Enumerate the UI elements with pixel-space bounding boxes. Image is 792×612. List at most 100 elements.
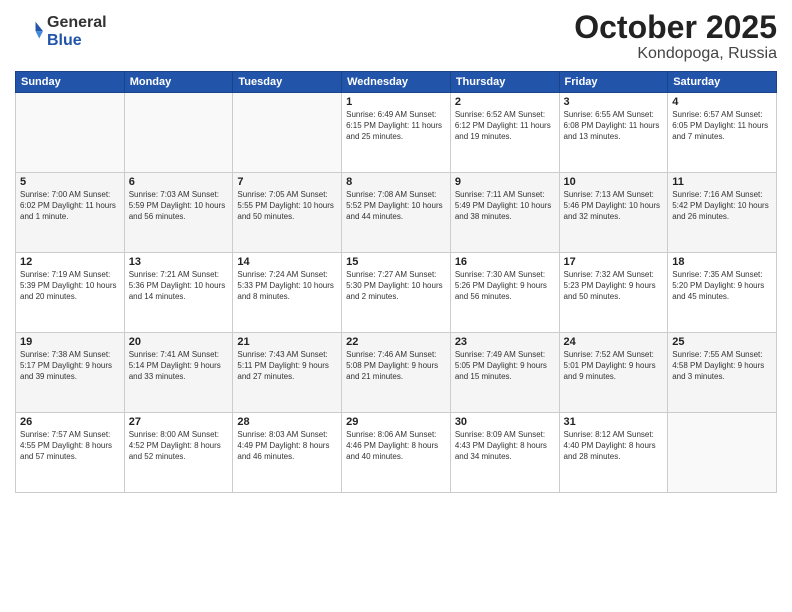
table-row: 13 Sunrise: 7:21 AM Sunset: 5:36 PM Dayli… <box>124 253 233 333</box>
table-row: 12 Sunrise: 7:19 AM Sunset: 5:39 PM Dayli… <box>16 253 125 333</box>
day-number: 20 <box>129 336 229 348</box>
table-row: 8 Sunrise: 7:08 AM Sunset: 5:52 PM Daylig… <box>342 173 451 253</box>
day-number: 15 <box>346 256 446 268</box>
table-row: 5Sunrise: 7:00 AM Sunset: 6:02 PM Daylig… <box>16 173 125 253</box>
location: Kondopoga, Russia <box>574 45 777 63</box>
day-info: Sunrise: 7:16 AM Sunset: 5:42 PM Dayligh… <box>672 190 772 222</box>
day-number: 19 <box>20 336 120 348</box>
day-number: 4 <box>672 96 772 108</box>
day-info: Sunrise: 7:21 AM Sunset: 5:36 PM Dayligh… <box>129 270 229 302</box>
table-row: 26Sunrise: 7:57 AM Sunset: 4:55 PM Dayli… <box>16 413 125 493</box>
day-number: 16 <box>455 256 555 268</box>
header-sunday: Sunday <box>16 72 125 93</box>
header-saturday: Saturday <box>668 72 777 93</box>
logo-text: General Blue <box>47 14 107 49</box>
day-number: 1 <box>346 96 446 108</box>
table-row: 25 Sunrise: 7:55 AM Sunset: 4:58 PM Dayli… <box>668 333 777 413</box>
table-row: 10 Sunrise: 7:13 AM Sunset: 5:46 PM Dayli… <box>559 173 668 253</box>
table-row: 14 Sunrise: 7:24 AM Sunset: 5:33 PM Dayli… <box>233 253 342 333</box>
day-number: 3 <box>564 96 664 108</box>
calendar-week-row: 5Sunrise: 7:00 AM Sunset: 6:02 PM Daylig… <box>16 173 777 253</box>
day-number: 26 <box>20 416 120 428</box>
day-info: Sunrise: 6:52 AM Sunset: 6:12 PM Dayligh… <box>455 110 555 142</box>
table-row: 11 Sunrise: 7:16 AM Sunset: 5:42 PM Dayli… <box>668 173 777 253</box>
calendar-week-row: 12 Sunrise: 7:19 AM Sunset: 5:39 PM Dayli… <box>16 253 777 333</box>
logo-blue-text: Blue <box>47 32 107 50</box>
day-number: 24 <box>564 336 664 348</box>
day-number: 30 <box>455 416 555 428</box>
day-info: Sunrise: 8:09 AM Sunset: 4:43 PM Dayligh… <box>455 430 555 462</box>
logo-general-text: General <box>47 14 107 32</box>
table-row: 19Sunrise: 7:38 AM Sunset: 5:17 PM Dayli… <box>16 333 125 413</box>
day-number: 2 <box>455 96 555 108</box>
day-number: 31 <box>564 416 664 428</box>
table-row: 1 Sunrise: 6:49 AM Sunset: 6:15 PM Daylig… <box>342 93 451 173</box>
table-row: 23Sunrise: 7:49 AM Sunset: 5:05 PM Dayli… <box>450 333 559 413</box>
table-row: 27Sunrise: 8:00 AM Sunset: 4:52 PM Dayli… <box>124 413 233 493</box>
day-info: Sunrise: 7:13 AM Sunset: 5:46 PM Dayligh… <box>564 190 664 222</box>
header: General Blue October 2025 Kondopoga, Rus… <box>15 10 777 63</box>
title-block: October 2025 Kondopoga, Russia <box>574 10 777 63</box>
day-info: Sunrise: 6:57 AM Sunset: 6:05 PM Dayligh… <box>672 110 772 142</box>
calendar-header-row: Sunday Monday Tuesday Wednesday Thursday… <box>16 72 777 93</box>
day-info: Sunrise: 6:49 AM Sunset: 6:15 PM Dayligh… <box>346 110 446 142</box>
day-info: Sunrise: 7:55 AM Sunset: 4:58 PM Dayligh… <box>672 350 772 382</box>
calendar-week-row: 26Sunrise: 7:57 AM Sunset: 4:55 PM Dayli… <box>16 413 777 493</box>
table-row <box>668 413 777 493</box>
table-row: 31Sunrise: 8:12 AM Sunset: 4:40 PM Dayli… <box>559 413 668 493</box>
day-number: 13 <box>129 256 229 268</box>
page-container: General Blue October 2025 Kondopoga, Rus… <box>0 0 792 503</box>
day-number: 28 <box>237 416 337 428</box>
table-row: 17 Sunrise: 7:32 AM Sunset: 5:23 PM Dayli… <box>559 253 668 333</box>
day-number: 10 <box>564 176 664 188</box>
table-row <box>124 93 233 173</box>
table-row: 9 Sunrise: 7:11 AM Sunset: 5:49 PM Daylig… <box>450 173 559 253</box>
day-info: Sunrise: 7:27 AM Sunset: 5:30 PM Dayligh… <box>346 270 446 302</box>
day-number: 12 <box>20 256 120 268</box>
table-row: 22Sunrise: 7:46 AM Sunset: 5:08 PM Dayli… <box>342 333 451 413</box>
day-number: 25 <box>672 336 772 348</box>
day-info: Sunrise: 7:24 AM Sunset: 5:33 PM Dayligh… <box>237 270 337 302</box>
day-number: 17 <box>564 256 664 268</box>
day-info: Sunrise: 7:11 AM Sunset: 5:49 PM Dayligh… <box>455 190 555 222</box>
header-thursday: Thursday <box>450 72 559 93</box>
day-info: Sunrise: 6:55 AM Sunset: 6:08 PM Dayligh… <box>564 110 664 142</box>
day-number: 7 <box>237 176 337 188</box>
day-number: 8 <box>346 176 446 188</box>
header-friday: Friday <box>559 72 668 93</box>
day-number: 22 <box>346 336 446 348</box>
table-row: 28 Sunrise: 8:03 AM Sunset: 4:49 PM Dayli… <box>233 413 342 493</box>
calendar-table: Sunday Monday Tuesday Wednesday Thursday… <box>15 71 777 493</box>
day-info: Sunrise: 7:08 AM Sunset: 5:52 PM Dayligh… <box>346 190 446 222</box>
table-row: 7Sunrise: 7:05 AM Sunset: 5:55 PM Daylig… <box>233 173 342 253</box>
header-tuesday: Tuesday <box>233 72 342 93</box>
month-title: October 2025 <box>574 10 777 45</box>
day-number: 9 <box>455 176 555 188</box>
day-info: Sunrise: 7:19 AM Sunset: 5:39 PM Dayligh… <box>20 270 120 302</box>
table-row: 18Sunrise: 7:35 AM Sunset: 5:20 PM Dayli… <box>668 253 777 333</box>
day-info: Sunrise: 7:00 AM Sunset: 6:02 PM Dayligh… <box>20 190 120 222</box>
header-wednesday: Wednesday <box>342 72 451 93</box>
header-monday: Monday <box>124 72 233 93</box>
day-info: Sunrise: 7:32 AM Sunset: 5:23 PM Dayligh… <box>564 270 664 302</box>
table-row: 6Sunrise: 7:03 AM Sunset: 5:59 PM Daylig… <box>124 173 233 253</box>
table-row <box>16 93 125 173</box>
day-number: 27 <box>129 416 229 428</box>
day-number: 6 <box>129 176 229 188</box>
day-info: Sunrise: 7:52 AM Sunset: 5:01 PM Dayligh… <box>564 350 664 382</box>
day-number: 14 <box>237 256 337 268</box>
day-info: Sunrise: 7:35 AM Sunset: 5:20 PM Dayligh… <box>672 270 772 302</box>
calendar-week-row: 19Sunrise: 7:38 AM Sunset: 5:17 PM Dayli… <box>16 333 777 413</box>
day-info: Sunrise: 7:30 AM Sunset: 5:26 PM Dayligh… <box>455 270 555 302</box>
logo: General Blue <box>15 14 107 49</box>
table-row: 21Sunrise: 7:43 AM Sunset: 5:11 PM Dayli… <box>233 333 342 413</box>
day-info: Sunrise: 8:06 AM Sunset: 4:46 PM Dayligh… <box>346 430 446 462</box>
day-info: Sunrise: 8:03 AM Sunset: 4:49 PM Dayligh… <box>237 430 337 462</box>
table-row: 24 Sunrise: 7:52 AM Sunset: 5:01 PM Dayli… <box>559 333 668 413</box>
table-row: 30 Sunrise: 8:09 AM Sunset: 4:43 PM Dayli… <box>450 413 559 493</box>
table-row <box>233 93 342 173</box>
logo-icon <box>15 18 43 46</box>
day-number: 11 <box>672 176 772 188</box>
day-info: Sunrise: 7:43 AM Sunset: 5:11 PM Dayligh… <box>237 350 337 382</box>
table-row: 16 Sunrise: 7:30 AM Sunset: 5:26 PM Dayli… <box>450 253 559 333</box>
